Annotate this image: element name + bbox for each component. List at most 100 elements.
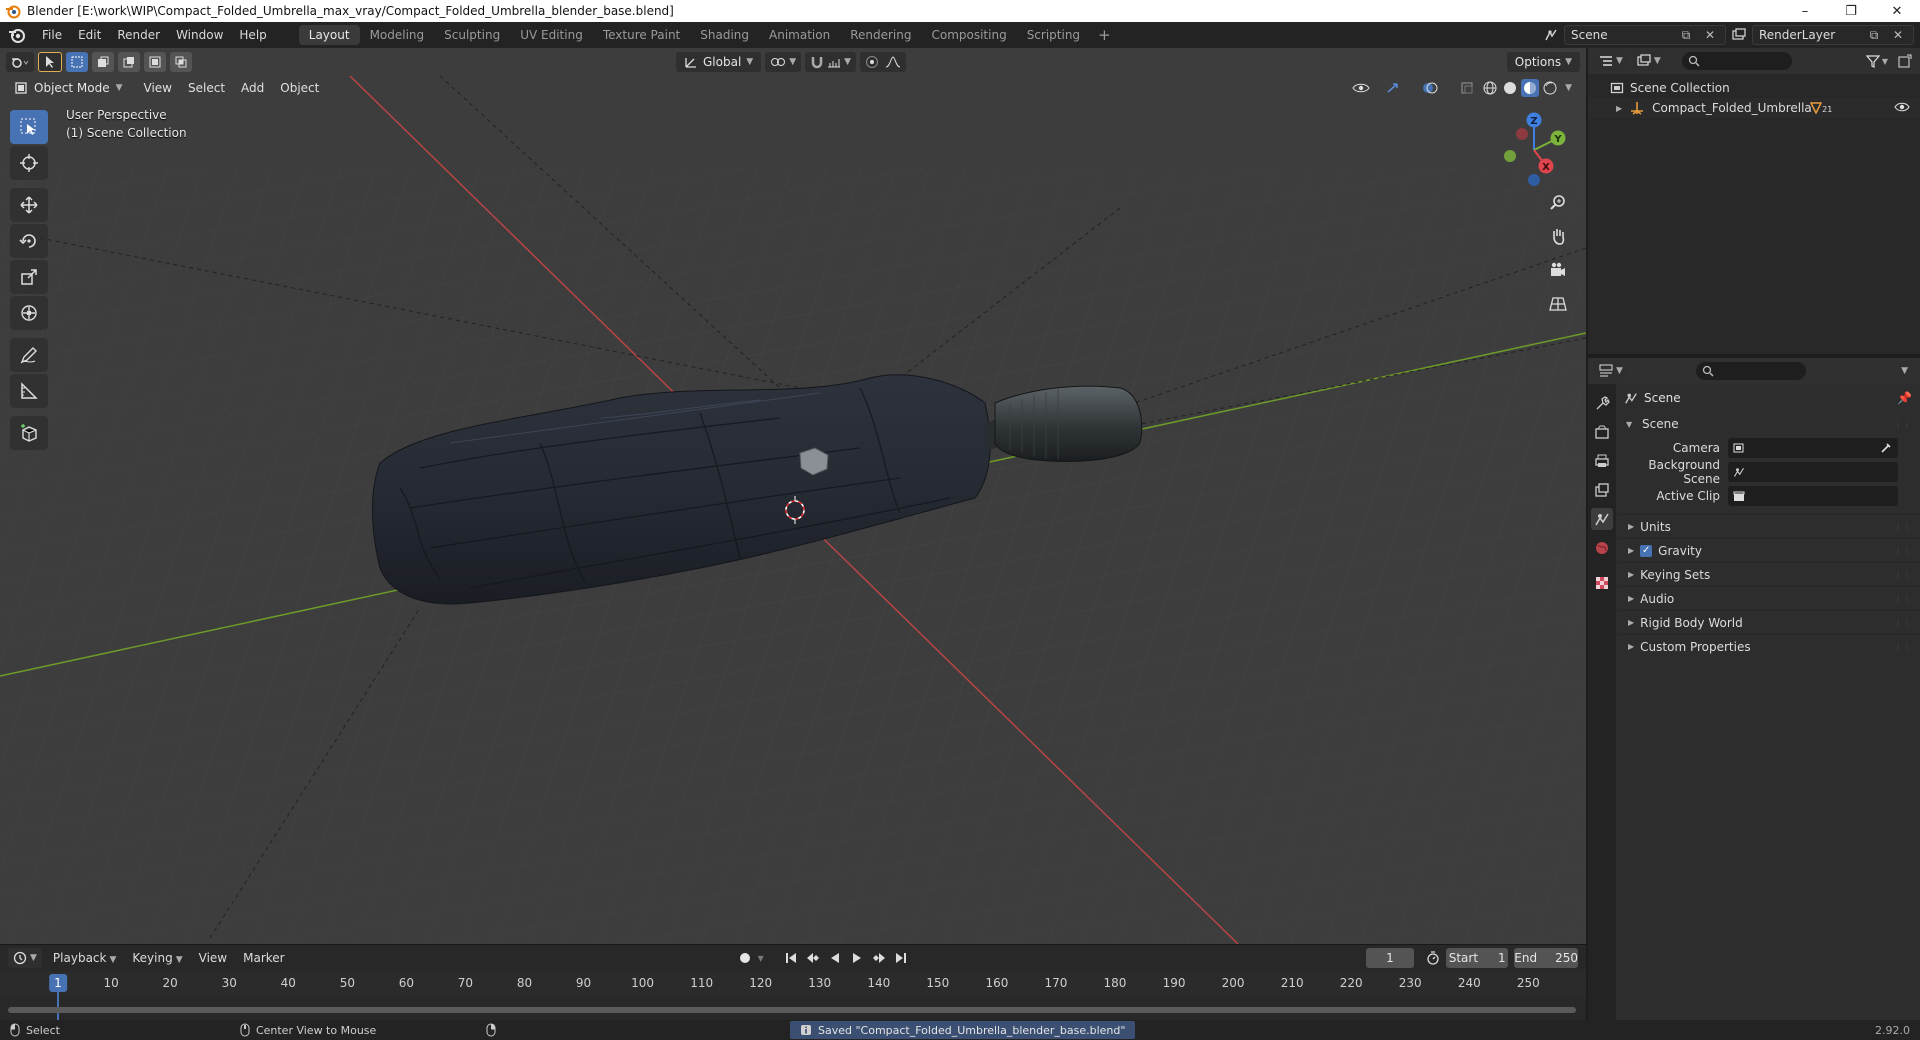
- tab-modeling[interactable]: Modeling: [360, 25, 435, 45]
- rotate-tool[interactable]: [10, 224, 48, 258]
- timeline-menu-playback[interactable]: Playback ▼: [48, 951, 121, 965]
- tab-render[interactable]: [1591, 421, 1613, 443]
- viewport-menu-add[interactable]: Add: [234, 81, 271, 95]
- add-workspace-button[interactable]: +: [1090, 26, 1119, 44]
- viewport-menu-object[interactable]: Object: [273, 81, 326, 95]
- eyedropper-icon[interactable]: [1880, 442, 1892, 454]
- outliner-editor-type-button[interactable]: ▼: [1594, 51, 1628, 71]
- tab-rendering[interactable]: Rendering: [840, 25, 921, 45]
- menu-window[interactable]: Window: [168, 22, 231, 48]
- chevron-down-icon[interactable]: ▼: [1901, 366, 1908, 376]
- tab-scripting[interactable]: Scripting: [1017, 25, 1090, 45]
- view-layer-icon[interactable]: [1730, 26, 1748, 44]
- select-box-tool-button[interactable]: [38, 52, 62, 72]
- drag-handle-icon[interactable]: ⋮⋮: [1894, 642, 1912, 651]
- units-panel-header[interactable]: ▶ Units ⋮⋮: [1618, 514, 1920, 538]
- pan-button[interactable]: [1544, 222, 1572, 250]
- view-layer-name[interactable]: RenderLayer: [1759, 28, 1859, 42]
- gizmo-neg-x[interactable]: [1516, 128, 1528, 140]
- drag-handle-icon[interactable]: ⋮⋮: [1894, 420, 1912, 429]
- 3d-viewport[interactable]: Global ▼ ▼ ▼ Options ▼ Object Mode ▼ Vie…: [0, 48, 1586, 944]
- filter-button[interactable]: ▼: [1862, 52, 1892, 70]
- options-dropdown[interactable]: Options ▼: [1506, 52, 1580, 72]
- gravity-panel-header[interactable]: ▶ ✓ Gravity ⋮⋮: [1618, 538, 1920, 562]
- shading-solid-button[interactable]: [1501, 79, 1519, 97]
- transform-tool[interactable]: [10, 296, 48, 330]
- tab-sculpting[interactable]: Sculpting: [434, 25, 510, 45]
- drag-handle-icon[interactable]: ⋮⋮: [1894, 618, 1912, 627]
- gizmo-neg-y[interactable]: [1504, 150, 1516, 162]
- blender-menu-icon[interactable]: [6, 24, 28, 46]
- new-scene-icon[interactable]: ⧉: [1677, 26, 1695, 44]
- proportional-edit-toggle[interactable]: [860, 52, 907, 72]
- timeline-menu-keying[interactable]: Keying ▼: [127, 951, 187, 965]
- mode-extend-selection[interactable]: [92, 52, 114, 72]
- mode-new-selection[interactable]: [66, 52, 88, 72]
- jump-end-button[interactable]: [892, 949, 910, 967]
- remove-scene-icon[interactable]: ✕: [1701, 26, 1719, 44]
- playhead-frame-label[interactable]: 1: [49, 974, 67, 992]
- chevron-down-icon[interactable]: ▼: [1561, 83, 1576, 93]
- tab-compositing[interactable]: Compositing: [921, 25, 1016, 45]
- gizmo-neg-z[interactable]: [1528, 174, 1540, 186]
- scene-selector[interactable]: Scene ⧉ ✕: [1564, 25, 1726, 45]
- visibility-toggle[interactable]: [1347, 79, 1375, 97]
- tab-texture-paint[interactable]: Texture Paint: [593, 25, 690, 45]
- drag-handle-icon[interactable]: ⋮⋮: [1894, 522, 1912, 531]
- mode-intersect-selection[interactable]: [170, 52, 192, 72]
- scene-icon[interactable]: [1542, 26, 1560, 44]
- view-layer-selector[interactable]: RenderLayer ⧉ ✕: [1752, 25, 1914, 45]
- select-tool[interactable]: [10, 110, 48, 144]
- use-preview-range-toggle[interactable]: [1426, 949, 1440, 967]
- properties-editor-type-button[interactable]: ▼: [1594, 361, 1628, 381]
- tab-shading[interactable]: Shading: [690, 25, 759, 45]
- tab-animation[interactable]: Animation: [759, 25, 840, 45]
- snap-toggle[interactable]: ▼: [805, 52, 857, 72]
- background-scene-field[interactable]: [1728, 462, 1898, 482]
- custom-properties-panel-header[interactable]: ▶ Custom Properties ⋮⋮: [1618, 634, 1920, 658]
- timeline-menu-marker[interactable]: Marker: [238, 951, 289, 965]
- end-frame-field[interactable]: End 250: [1514, 948, 1578, 968]
- gizmo-toggle[interactable]: [1377, 79, 1411, 97]
- perspective-toggle-button[interactable]: [1544, 290, 1572, 318]
- drag-handle-icon[interactable]: ⋮⋮: [1894, 546, 1912, 555]
- add-cube-tool[interactable]: [10, 416, 48, 450]
- rigid-body-world-panel-header[interactable]: ▶ Rigid Body World ⋮⋮: [1618, 610, 1920, 634]
- menu-render[interactable]: Render: [109, 22, 168, 48]
- tab-layout[interactable]: Layout: [298, 25, 360, 45]
- start-frame-field[interactable]: Start 1: [1446, 948, 1509, 968]
- outliner-search-input[interactable]: [1681, 52, 1792, 70]
- mode-invert-selection[interactable]: [144, 52, 166, 72]
- shading-wireframe-button[interactable]: [1481, 79, 1499, 97]
- scene-panel-header[interactable]: ▼ Scene ⋮⋮: [1618, 412, 1920, 436]
- properties-search-input[interactable]: [1695, 362, 1806, 380]
- remove-view-layer-icon[interactable]: ✕: [1889, 26, 1907, 44]
- viewport-menu-view[interactable]: View: [137, 81, 179, 95]
- tab-scene[interactable]: [1591, 508, 1613, 530]
- umbrella-handle[interactable]: [994, 385, 1143, 462]
- timeline-menu-view[interactable]: View: [194, 951, 232, 965]
- tab-texture[interactable]: [1591, 572, 1613, 594]
- move-tool[interactable]: [10, 188, 48, 222]
- chevron-down-icon[interactable]: ▼: [758, 954, 764, 963]
- play-button[interactable]: [848, 949, 866, 967]
- tab-tool[interactable]: [1591, 392, 1613, 414]
- keying-sets-panel-header[interactable]: ▶ Keying Sets ⋮⋮: [1618, 562, 1920, 586]
- annotate-tool[interactable]: [10, 338, 48, 372]
- shading-rendered-button[interactable]: [1541, 79, 1559, 97]
- shading-material-button[interactable]: [1521, 79, 1540, 97]
- menu-edit[interactable]: Edit: [70, 22, 109, 48]
- tab-uv-editing[interactable]: UV Editing: [510, 25, 593, 45]
- record-button[interactable]: [736, 949, 754, 967]
- tab-output[interactable]: [1591, 450, 1613, 472]
- menu-file[interactable]: File: [34, 22, 70, 48]
- zoom-button[interactable]: [1544, 188, 1572, 216]
- jump-start-button[interactable]: [782, 949, 800, 967]
- transform-orientation-dropdown[interactable]: Global ▼: [676, 52, 762, 72]
- camera-field[interactable]: [1728, 438, 1898, 458]
- active-clip-field[interactable]: [1728, 486, 1898, 506]
- navigation-gizmo[interactable]: Z Y X: [1496, 108, 1572, 192]
- close-button[interactable]: ✕: [1874, 0, 1920, 22]
- gravity-checkbox[interactable]: ✓: [1640, 544, 1653, 557]
- object-mode-dropdown[interactable]: Object Mode ▼: [10, 81, 127, 95]
